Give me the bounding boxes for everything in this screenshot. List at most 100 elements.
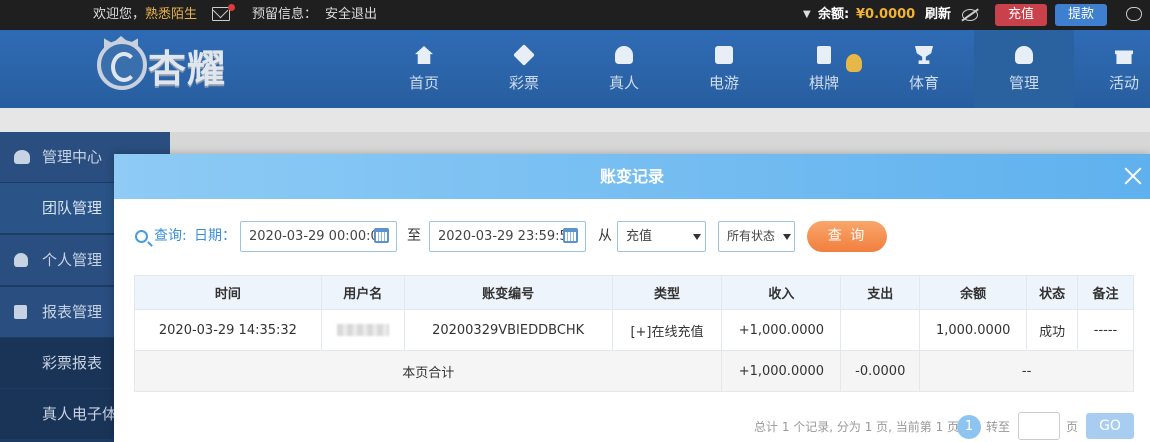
nav-sports[interactable]: 体育 [874,30,974,108]
from-label: 从 [598,228,612,244]
nav-label: 活动 [1108,74,1139,92]
gift-icon [1115,50,1133,64]
search-icon [135,230,148,243]
column-header: 余额 [919,275,1028,310]
transaction-record-modal: 账变记录 查询: 日期： 2020-03-29 00:00:00 至 2020-… [114,154,1150,442]
transaction-table: 时间 用户名 账变编号 类型 收入 支出 余额 状态 备注 2020-03-29… [133,275,1134,392]
top-bar: 欢迎您，熟悉陌生 预留信息： 安全退出 ▼ 余额: ¥0.0000 刷新 充值 … [0,0,1150,30]
column-header: 账变编号 [403,275,613,310]
blurred-username [336,324,389,336]
balance-amount: ¥0.0000 [856,7,916,22]
summary-row: 本页合计 +1,000.0000 -0.0000 -- [133,350,1134,392]
summary-balance: -- [919,350,1134,392]
content-panel [170,132,1150,154]
status-select-value: 所有状态 [727,229,776,243]
trophy-icon [915,46,933,64]
query-button[interactable]: 查 询 [807,221,887,252]
goto-page-input[interactable] [1018,412,1060,440]
chevron-down-icon[interactable]: ▼ [803,0,811,30]
chevron-down-icon [693,234,701,240]
nav-live-casino[interactable]: 真人 [574,30,674,108]
column-header: 支出 [840,275,921,310]
mascot-icon [846,54,862,72]
sidebar-item-label: 个人管理 [42,251,103,269]
type-select[interactable]: 充值 [617,221,706,252]
logo-emblem[interactable] [97,40,147,90]
column-header: 收入 [721,275,842,310]
calendar-icon[interactable] [563,228,578,243]
card-game-icon [817,46,831,64]
sidebar-item-label: 报表管理 [42,303,103,321]
chat-icon[interactable] [1126,7,1142,21]
calendar-icon[interactable] [374,228,389,243]
type-select-value: 充值 [626,229,653,244]
to-label: 至 [407,228,421,244]
cell-status: 成功 [1026,309,1079,351]
users-icon [14,150,30,164]
table-header-row: 时间 用户名 账变编号 类型 收入 支出 余额 状态 备注 [134,275,1134,310]
nav-label: 真人 [608,74,639,92]
cell-note: ----- [1077,309,1134,351]
column-header: 状态 [1026,275,1079,310]
summary-label: 本页合计 [133,350,723,392]
nav-label: 体育 [908,74,939,92]
live-casino-icon [615,46,633,64]
nav-label: 管理 [1008,74,1039,92]
refresh-button[interactable]: 刷新 [925,0,951,30]
welcome-text: 欢迎您，熟悉陌生 [93,0,197,30]
balance-label: 余额: [818,7,850,22]
username: 熟悉陌生 [145,7,198,22]
home-icon [415,46,433,64]
sidebar-item-label: 管理中心 [42,148,103,166]
status-select[interactable]: 所有状态 [718,221,795,252]
logout-link[interactable]: 安全退出 [325,0,377,30]
cell-balance: 1,000.0000 [919,309,1028,351]
nav-slot-games[interactable]: 电游 [674,30,774,108]
welcome-label: 欢迎您， [93,7,146,22]
close-icon[interactable] [1123,166,1143,186]
eye-off-icon[interactable] [962,9,978,21]
nav-lottery[interactable]: 彩票 [474,30,574,108]
go-button[interactable]: GO [1086,413,1134,439]
date-to-value: 2020-03-29 23:59:59 [438,229,577,244]
page-unit-label: 页 [1066,420,1079,434]
lottery-icon [513,44,535,66]
nav-label: 棋牌 [808,74,839,92]
page-number-current[interactable]: 1 [957,415,981,439]
nav-promotions[interactable]: 活动 [1074,30,1150,108]
deposit-button[interactable]: 充值 [995,4,1047,26]
nav-label: 电游 [708,74,739,92]
sidebar-item-label: 团队管理 [42,199,103,217]
pager-summary: 总计 1 个记录, 分为 1 页, 当前第 1 页 [754,420,960,434]
nav-home[interactable]: 首页 [374,30,474,108]
chevron-down-icon [783,234,791,240]
date-from-value: 2020-03-29 00:00:00 [249,229,388,244]
sidebar-item-label: 真人电子体 [42,405,118,423]
summary-expense: -0.0000 [840,350,921,392]
cell-income: +1,000.0000 [721,309,842,351]
cell-expense [840,309,921,351]
cell-time: 2020-03-29 14:35:32 [134,309,322,351]
query-label: 查询: [154,228,187,244]
logo-text[interactable]: 杏耀 [148,44,226,94]
reserved-info: 预留信息： [252,7,318,22]
cell-type: [+]在线充值 [611,309,723,351]
nav-label: 彩票 [508,74,539,92]
document-icon [14,305,27,319]
nav-label: 首页 [408,74,439,92]
column-header: 用户名 [320,275,405,310]
table-row: 2020-03-29 14:35:32 20200329VBIEDDBCHK [… [134,309,1134,351]
notification-dot [228,4,235,11]
mail-icon[interactable] [212,7,230,21]
sidebar-item-label: 彩票报表 [42,354,103,372]
date-label: 日期： [194,228,236,244]
nav-management[interactable]: 管理 [974,30,1074,108]
column-header: 备注 [1077,275,1134,310]
summary-income: +1,000.0000 [721,350,842,392]
withdraw-button[interactable]: 提款 [1055,4,1107,26]
goto-label: 转至 [986,420,1011,434]
cell-username [320,309,405,351]
cell-serial: 20200329VBIEDDBCHK [403,309,613,351]
user-icon [14,253,28,267]
users-icon [1015,46,1033,64]
